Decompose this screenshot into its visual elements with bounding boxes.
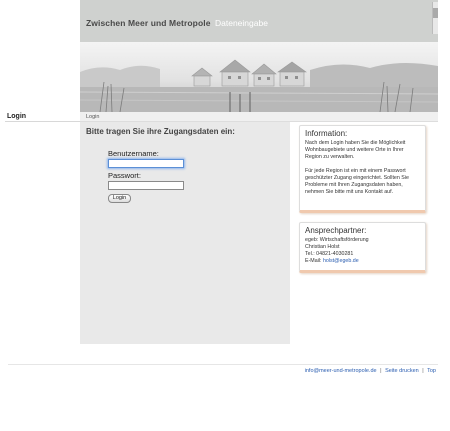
info-paragraph-1: Nach dem Login haben Sie die Möglichkeit… bbox=[305, 140, 406, 160]
contact-email-label: E-Mail: bbox=[305, 258, 322, 264]
password-label: Passwort: bbox=[108, 171, 141, 180]
footer-print-link[interactable]: Seite drucken bbox=[385, 368, 419, 374]
info-paragraph-2: Für jede Region ist ein mit einem Passwo… bbox=[305, 168, 409, 195]
site-title: Zwischen Meer und Metropole bbox=[86, 18, 211, 28]
left-column bbox=[0, 0, 80, 345]
left-nav-login[interactable]: Login bbox=[5, 111, 80, 122]
landscape-illustration bbox=[80, 59, 438, 112]
section-title: Dateneingabe bbox=[215, 18, 268, 28]
username-label: Benutzername: bbox=[108, 149, 159, 158]
login-button[interactable]: Login bbox=[108, 194, 131, 203]
footer-separator: | bbox=[422, 368, 424, 374]
login-panel: Bitte tragen Sie ihre Zugangsdaten ein: … bbox=[80, 122, 290, 344]
footer: info@meer-und-metropole.de | Seite druck… bbox=[305, 368, 436, 374]
footer-top-link[interactable]: Top bbox=[427, 368, 436, 374]
contact-box-title: Ansprechpartner: bbox=[305, 226, 367, 235]
contact-box: Ansprechpartner: egeb: Wirtschaftsförder… bbox=[299, 222, 426, 273]
scrollbar[interactable] bbox=[432, 2, 438, 34]
footer-email-link[interactable]: info@meer-und-metropole.de bbox=[305, 368, 377, 374]
contact-phone: Tel.: 04821-4030281 bbox=[305, 251, 354, 257]
contact-email-row: E-Mail: holst@egeb.de bbox=[305, 258, 420, 265]
sidebar-right: Information: Nach dem Login haben Sie di… bbox=[290, 122, 438, 344]
breadcrumb: Login bbox=[80, 112, 438, 122]
contact-email-link[interactable]: holst@egeb.de bbox=[323, 258, 359, 264]
contact-name: Christian Holst bbox=[305, 244, 340, 250]
header: Zwischen Meer und Metropole Dateneingabe bbox=[80, 0, 438, 43]
password-input[interactable] bbox=[108, 181, 184, 190]
username-input[interactable] bbox=[108, 159, 184, 168]
banner-image bbox=[80, 42, 438, 112]
info-box: Information: Nach dem Login haben Sie di… bbox=[299, 125, 426, 213]
contact-org: egeb: Wirtschaftsförderung bbox=[305, 237, 369, 243]
footer-separator: | bbox=[380, 368, 382, 374]
form-heading: Bitte tragen Sie ihre Zugangsdaten ein: bbox=[86, 127, 235, 136]
info-box-title: Information: bbox=[305, 129, 348, 138]
footer-divider bbox=[8, 364, 438, 365]
